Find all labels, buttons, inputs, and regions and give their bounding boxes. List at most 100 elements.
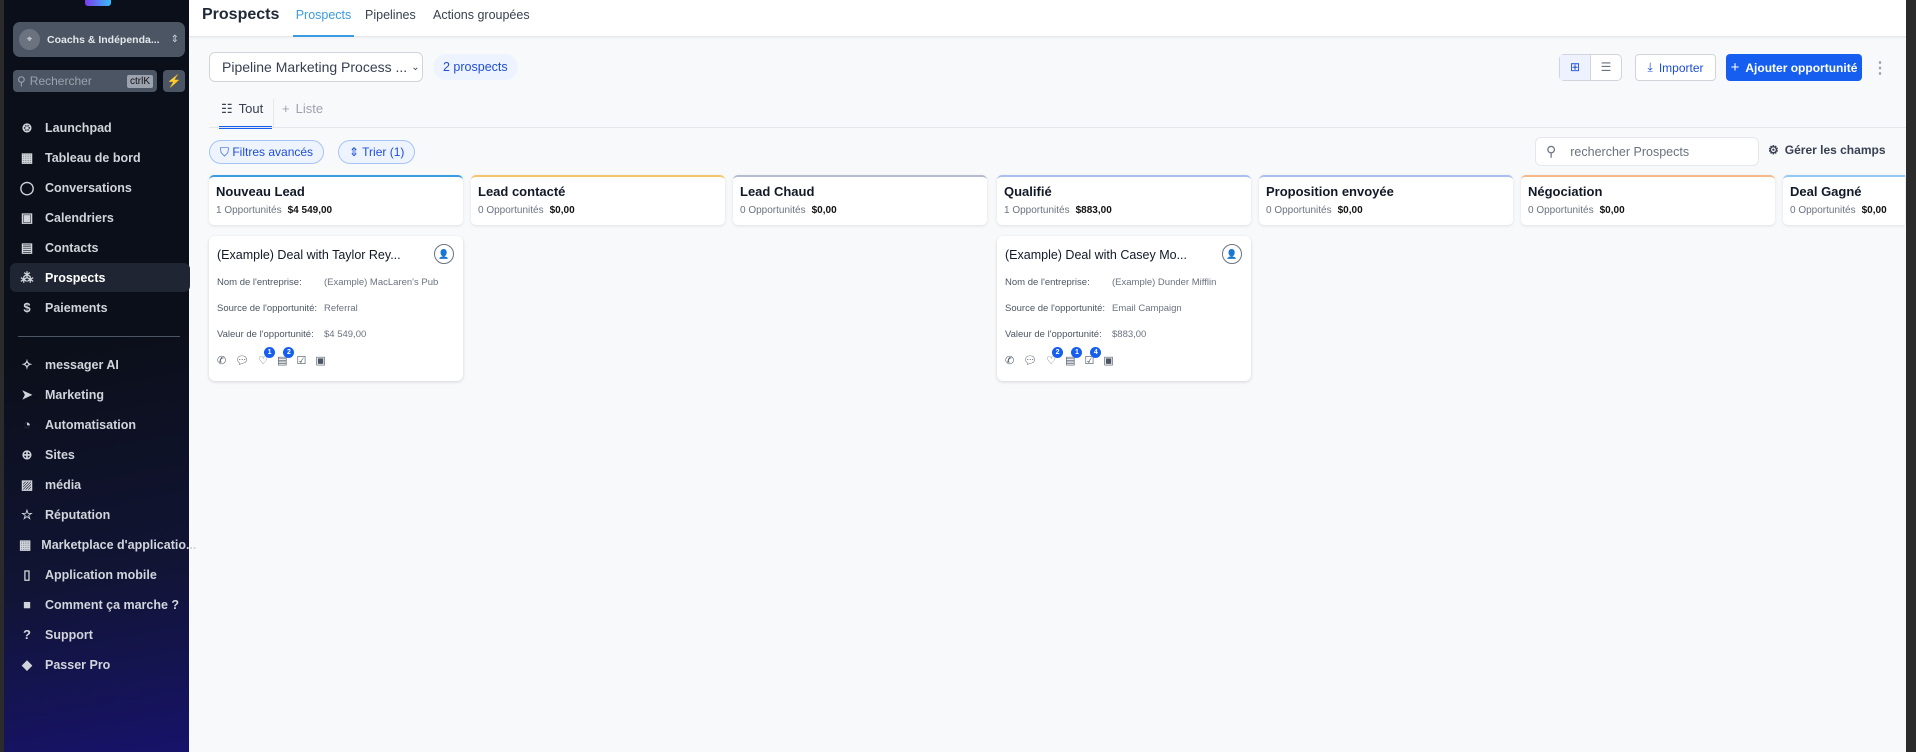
stage-column-header: Proposition envoyée 0 Opportunités $0,00 bbox=[1259, 175, 1513, 225]
message-icon[interactable]: 💬︎ bbox=[1023, 354, 1037, 367]
sidebar-item-comment-a-marche-[interactable]: ■ Comment ça marche ? bbox=[10, 590, 190, 619]
sparkle-icon: ✧ bbox=[21, 356, 33, 372]
calendar-add-icon[interactable]: ▣ bbox=[315, 354, 325, 367]
opportunity-title[interactable]: (Example) Deal with Casey Mo... bbox=[1005, 248, 1243, 262]
opportunity-value: $4 549,00 bbox=[324, 329, 367, 340]
assign-owner-icon[interactable]: 👤 bbox=[434, 244, 454, 264]
sidebar-item-marketplace-d-applicatio-[interactable]: ▦ Marketplace d'applicatio... bbox=[10, 530, 196, 559]
sidebar-item-contacts[interactable]: ▤ Contacts bbox=[10, 233, 190, 262]
stage-value: $0,00 bbox=[1861, 205, 1887, 216]
sidebar-item-tableau-de-bord[interactable]: ▦ Tableau de bord bbox=[10, 143, 190, 172]
stage-value: $4 549,00 bbox=[287, 205, 333, 216]
task-icon[interactable]: ☑ 4 bbox=[1084, 347, 1102, 367]
grid-view-icon[interactable]: ⊞ bbox=[1560, 55, 1591, 80]
plus-icon: + bbox=[282, 101, 290, 116]
apps-icon: ▦ bbox=[19, 536, 32, 552]
globe-icon: ⊕ bbox=[21, 446, 33, 462]
note-icon[interactable]: ▤ 2 bbox=[277, 347, 295, 367]
quick-action-bolt-icon[interactable]: ⚡ bbox=[163, 70, 185, 92]
sidebar-item-calendriers[interactable]: ▣ Calendriers bbox=[10, 203, 190, 232]
stage-value: $0,00 bbox=[811, 205, 837, 216]
count-badge: 1 bbox=[1071, 347, 1083, 358]
tag-icon[interactable]: ♡ 1 bbox=[258, 347, 276, 367]
tag-icon[interactable]: ♡ 2 bbox=[1046, 347, 1064, 367]
opportunity-title[interactable]: (Example) Deal with Taylor Rey... bbox=[217, 248, 455, 262]
sidebar-item-label: Automatisation bbox=[45, 417, 136, 432]
sidebar-item-application-mobile[interactable]: ▯ Application mobile bbox=[10, 560, 190, 589]
view-tab-all[interactable]: ☷ Tout bbox=[219, 101, 272, 129]
sidebar-item-conversations[interactable]: ◯ Conversations bbox=[10, 173, 190, 202]
count-badge: 4 bbox=[1090, 347, 1102, 358]
message-icon[interactable]: 💬︎ bbox=[235, 354, 249, 367]
sidebar-item-sites[interactable]: ⊕ Sites bbox=[10, 440, 190, 469]
sidebar-search[interactable]: ⚲ Rechercher ctrlK bbox=[13, 70, 157, 92]
field-label: Source de l'opportunité: bbox=[217, 303, 318, 314]
stage-value: $0,00 bbox=[549, 205, 575, 216]
sidebar-item-passer-pro[interactable]: ◆ Passer Pro bbox=[10, 650, 190, 679]
stage-count: 0 Opportunités bbox=[1790, 205, 1856, 216]
field-label: Valeur de l'opportunité: bbox=[217, 329, 314, 340]
prospects-icon: ⁂ bbox=[20, 269, 34, 285]
tab-bulk-actions[interactable]: Actions groupées bbox=[433, 8, 530, 37]
sidebar-item-label: Marketplace d'applicatio... bbox=[41, 537, 197, 552]
sidebar-item-marketing[interactable]: ➤ Marketing bbox=[10, 380, 190, 409]
page-title: Prospects bbox=[202, 6, 280, 23]
add-list-label: Liste bbox=[295, 101, 324, 116]
sidebar-item-support[interactable]: ? Support bbox=[10, 620, 190, 649]
phone-icon[interactable]: ✆ bbox=[217, 354, 226, 367]
phone-icon[interactable]: ✆ bbox=[1005, 354, 1014, 367]
tab-pipelines[interactable]: Pipelines bbox=[365, 8, 416, 37]
search-placeholder: rechercher Prospects bbox=[1570, 144, 1690, 159]
stage-count: 0 Opportunités bbox=[740, 205, 806, 216]
stage-column-header: Nouveau Lead 1 Opportunités $4 549,00 bbox=[209, 175, 463, 225]
sort-button[interactable]: ⇕ Trier (1) bbox=[338, 140, 416, 164]
list-view-icon[interactable]: ☰ bbox=[1591, 55, 1621, 80]
opportunity-card[interactable]: (Example) Deal with Taylor Rey... 👤 Nom d… bbox=[209, 236, 463, 381]
count-badge: 1 bbox=[264, 347, 276, 358]
prospects-search-input[interactable]: ⚲ rechercher Prospects bbox=[1535, 137, 1759, 166]
opportunity-card[interactable]: (Example) Deal with Casey Mo... 👤 Nom de … bbox=[997, 236, 1251, 381]
download-icon: ⤓ bbox=[1647, 60, 1653, 74]
chat-icon: ◯ bbox=[19, 179, 35, 195]
sidebar-item-prospects[interactable]: ⁂ Prospects bbox=[10, 263, 190, 292]
stage-value: $0,00 bbox=[1337, 205, 1363, 216]
sidebar-item-messager-ai[interactable]: ✧ messager AI bbox=[10, 350, 190, 379]
rocket-icon: ⊛ bbox=[21, 119, 33, 135]
sidebar-item-automatisation[interactable]: ◔ Automatisation bbox=[10, 410, 190, 439]
company-value: (Example) Dunder Mifflin bbox=[1112, 277, 1217, 288]
tab-prospects[interactable]: Prospects bbox=[293, 8, 354, 37]
view-toggle: ⊞ ☰ bbox=[1559, 54, 1622, 81]
sidebar-item-label: Conversations bbox=[45, 180, 132, 195]
account-switcher[interactable]: ⌖ Coachs & Indépenda... ⇕ bbox=[13, 22, 185, 57]
assign-owner-icon[interactable]: 👤 bbox=[1222, 244, 1242, 264]
count-badge: 2 bbox=[283, 347, 295, 358]
sidebar-item-m-dia[interactable]: ▨ média bbox=[10, 470, 190, 499]
note-icon[interactable]: ▤ 1 bbox=[1065, 347, 1083, 367]
calendar-add-icon[interactable]: ▣ bbox=[1103, 354, 1113, 367]
task-icon[interactable]: ☑ bbox=[296, 354, 306, 367]
automation-icon: ◔ bbox=[23, 417, 31, 432]
add-opportunity-button[interactable]: + Ajouter opportunité bbox=[1726, 54, 1862, 81]
window-edge bbox=[1906, 0, 1916, 752]
sidebar-item-r-putation[interactable]: ☆ Réputation bbox=[10, 500, 190, 529]
sidebar-item-label: Launchpad bbox=[45, 120, 112, 135]
field-label: Nom de l'entreprise: bbox=[1005, 277, 1090, 288]
help-icon: ? bbox=[23, 627, 31, 642]
sidebar-item-paiements[interactable]: $ Paiements bbox=[10, 293, 190, 322]
advanced-filters-label: Filtres avancés bbox=[232, 145, 314, 159]
pipeline-select[interactable]: Pipeline Marketing Process ... ⌄ bbox=[209, 52, 423, 82]
filter-icon: ⛉ bbox=[220, 145, 233, 159]
payments-icon: $ bbox=[23, 300, 31, 315]
sidebar-item-launchpad[interactable]: ⊛ Launchpad bbox=[10, 113, 190, 142]
stage-count: 0 Opportunités bbox=[478, 205, 544, 216]
source-value: Email Campaign bbox=[1112, 303, 1182, 314]
advanced-filters-button[interactable]: ⛉ Filtres avancés bbox=[209, 140, 325, 164]
sidebar-item-label: Passer Pro bbox=[45, 657, 111, 672]
import-button[interactable]: ⤓ Importer bbox=[1635, 54, 1716, 81]
manage-fields-button[interactable]: ⚙ Gérer les champs bbox=[1768, 143, 1886, 157]
search-icon: ⚲ bbox=[17, 74, 26, 88]
more-options-icon[interactable]: ⋮ bbox=[1872, 58, 1888, 78]
add-list-tab[interactable]: + Liste bbox=[282, 101, 323, 129]
sidebar-item-label: Tableau de bord bbox=[45, 150, 141, 165]
stage-name: Proposition envoyée bbox=[1266, 184, 1394, 199]
